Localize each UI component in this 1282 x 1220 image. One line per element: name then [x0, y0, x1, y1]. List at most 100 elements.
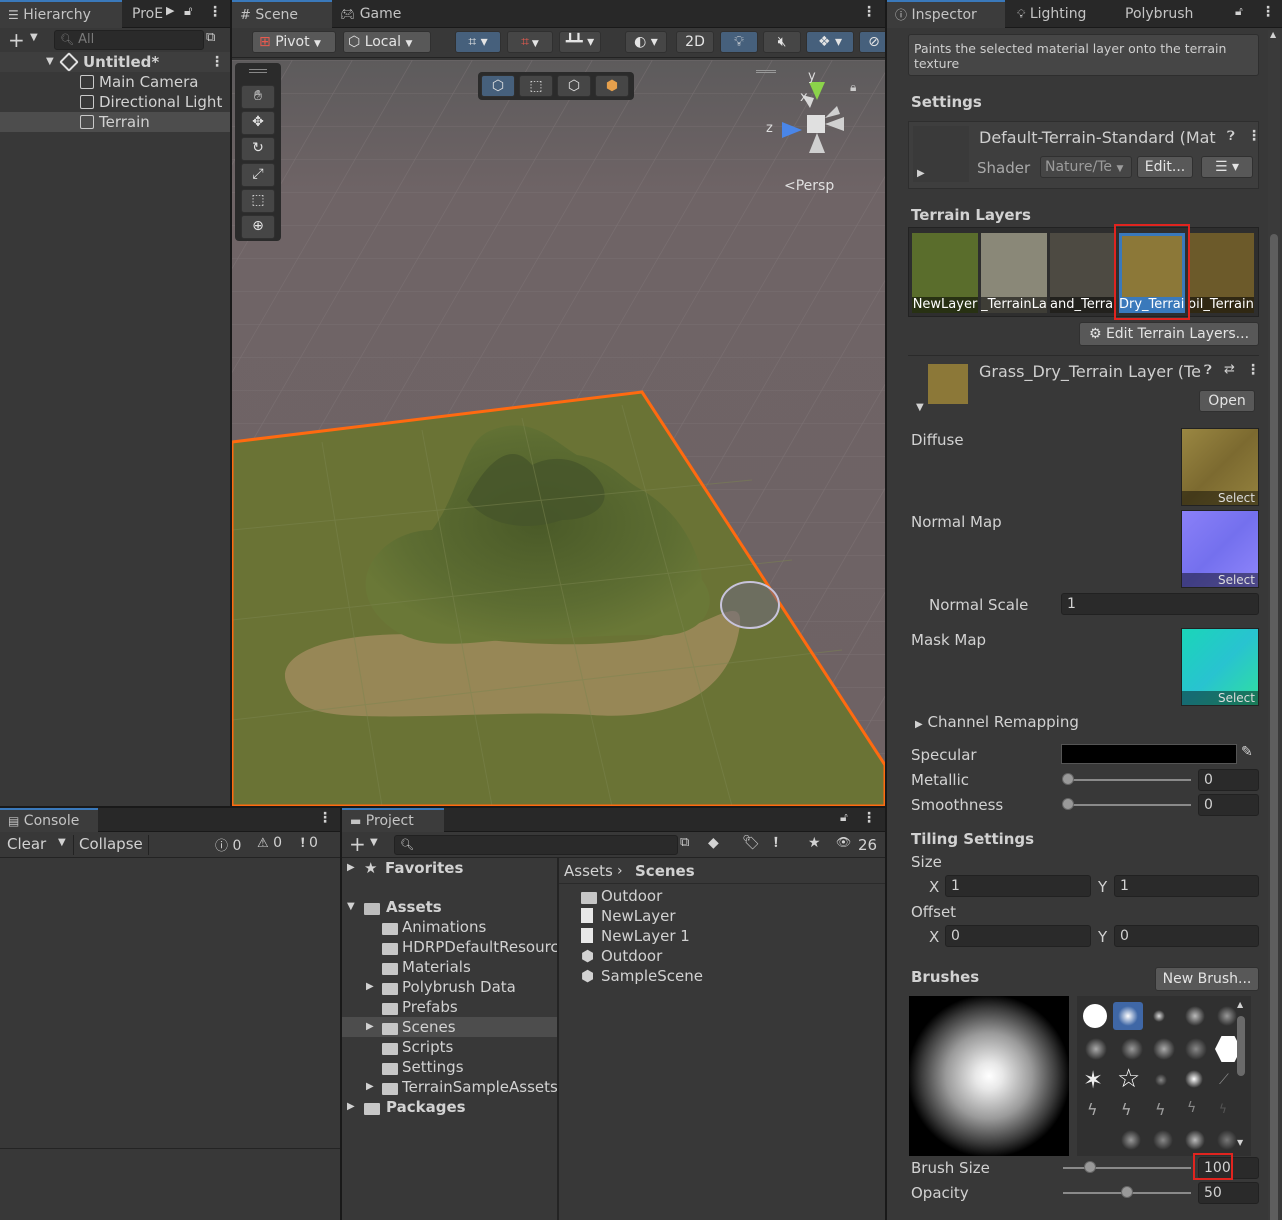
folder-row[interactable]: Scripts [342, 1037, 557, 1057]
expand-arrow-icon[interactable]: ▶ [366, 1017, 374, 1037]
opacity-field[interactable]: 50 [1198, 1182, 1259, 1204]
breadcrumb-scenes[interactable]: Scenes [635, 858, 695, 884]
component-menu-icon[interactable]: ⋮ [1246, 362, 1260, 378]
gizmo-center-cube[interactable] [807, 115, 825, 133]
brush-stroke-a[interactable]: ⟋ [1219, 1072, 1229, 1088]
tab-console[interactable]: ▤ Console [0, 808, 98, 832]
scroll-up-icon[interactable]: ▲ [1270, 30, 1276, 39]
brush-crack-c[interactable]: ϟ [1155, 1100, 1166, 1119]
projection-toggle[interactable]: <Persp [784, 178, 834, 194]
mask-map-slot[interactable]: Select [1181, 628, 1259, 706]
scale-tool-button[interactable]: ⤢ [241, 163, 275, 187]
add-asset-icon[interactable]: + [349, 832, 366, 856]
neighbor-terrain-button[interactable]: ⬚ [519, 75, 553, 97]
gizmo-neg-y-cone[interactable] [809, 133, 825, 153]
metallic-slider-track[interactable] [1063, 779, 1191, 781]
shading-mode-button[interactable]: ◐ ▾ [625, 31, 667, 53]
size-y-field[interactable]: 1 [1114, 875, 1259, 897]
brush-scrollbar-thumb[interactable] [1237, 1016, 1245, 1076]
palette-drag-handle[interactable] [249, 69, 267, 73]
lock-icon[interactable]: 🔓︎ [184, 4, 192, 19]
gizmo-y-cone[interactable] [809, 82, 825, 100]
raise-terrain-button[interactable]: ⬡ [481, 75, 515, 97]
expand-arrow-icon[interactable]: ▶ [366, 1077, 374, 1097]
open-layer-button[interactable]: Open [1199, 390, 1255, 412]
offset-y-field[interactable]: 0 [1114, 925, 1259, 947]
normal-scale-field[interactable]: 1 [1061, 593, 1259, 615]
component-menu-icon[interactable]: ⋮ [1247, 128, 1261, 144]
filter-log-icon[interactable]: ❗︎ [774, 835, 778, 851]
gizmo-collapse-handle[interactable] [756, 70, 776, 73]
audio-toggle[interactable]: 🔇︎ [763, 31, 801, 53]
brush-soft-round[interactable] [1083, 1004, 1107, 1028]
scene-viewport[interactable]: ✋︎ ✥ ↻ ⤢ ⬚ ⊕ ⬡ ⬚ ⬡ ⬢ y x z 🔒︎ <Persp [232, 60, 885, 806]
console-log-list[interactable] [0, 858, 340, 1148]
more-menu-icon[interactable]: ⋮ [862, 810, 876, 826]
select-button[interactable]: Select [1182, 491, 1258, 505]
filter-by-type-icon[interactable]: ◆ [708, 835, 719, 851]
brush-grid-scrollbar[interactable]: ▲ ▼ [1235, 1000, 1247, 1152]
normal-map-slot[interactable]: Select [1181, 510, 1259, 588]
brush-selected-soft[interactable] [1113, 1002, 1143, 1030]
expand-arrow-icon[interactable]: ▼ [46, 52, 54, 72]
error-filter-toggle[interactable]: ❗︎ 0 [301, 835, 337, 855]
expand-arrow-icon[interactable]: ▶ [366, 977, 374, 997]
tab-scene[interactable]: # Scene [232, 0, 332, 28]
move-tool-button[interactable]: ✥ [241, 111, 275, 135]
packages-row[interactable]: ▶ Packages [342, 1097, 557, 1117]
scroll-down-icon[interactable]: ▼ [1237, 1138, 1243, 1147]
folder-row[interactable]: Materials [342, 957, 557, 977]
rotate-tool-button[interactable]: ↻ [241, 137, 275, 161]
expand-arrow-icon[interactable]: ▶ [347, 1097, 355, 1117]
chevron-down-icon[interactable]: ▼ [30, 32, 38, 43]
scene-menu-icon[interactable]: ⋮ [210, 52, 224, 72]
tab-project-browser[interactable]: ProE [124, 0, 170, 28]
expand-arrow-icon[interactable]: ▼ [916, 402, 924, 413]
lock-icon[interactable]: 🔓︎ [840, 810, 848, 825]
brush-crack-e[interactable]: ϟ [1219, 1102, 1227, 1116]
eyedropper-icon[interactable]: ✎ [1241, 744, 1253, 760]
channel-remapping-foldout[interactable]: ▶ Channel Remapping [915, 713, 1079, 731]
folder-row[interactable]: ▶ Scenes [342, 1017, 557, 1037]
collapse-toggle[interactable]: Collapse [79, 835, 143, 853]
pivot-dropdown[interactable]: ⊞ Pivot ▼ [252, 31, 336, 53]
brush-cloud-d[interactable] [1217, 1130, 1237, 1150]
expand-arrow-icon[interactable]: ▼ [347, 897, 355, 917]
opacity-slider-knob[interactable] [1121, 1186, 1133, 1198]
terrain-layer-tile[interactable]: and_Terrai [1050, 233, 1116, 313]
brush-noise-b[interactable] [1217, 1006, 1237, 1026]
select-button[interactable]: Select [1182, 691, 1258, 705]
clear-button[interactable]: Clear [7, 835, 46, 853]
gizmo-z-cone[interactable] [782, 122, 802, 138]
tab-inspector[interactable]: ⓘ Inspector [887, 0, 1005, 28]
brush-star-filled[interactable]: ✶ [1083, 1068, 1103, 1092]
brush-cloud-b[interactable] [1153, 1130, 1173, 1150]
scene-root-row[interactable]: ▼ Untitled* ⋮ [0, 52, 230, 72]
hand-tool-button[interactable]: ✋︎ [241, 85, 275, 109]
brush-cloud-a[interactable] [1121, 1130, 1141, 1150]
filter-by-label-icon[interactable]: 🏷︎ [742, 835, 760, 851]
asset-item[interactable]: NewLayer [559, 906, 885, 926]
folder-row[interactable]: Animations [342, 917, 557, 937]
folder-row[interactable]: ▶ TerrainSampleAssets [342, 1077, 557, 1097]
project-search-input[interactable]: 🔍︎ [394, 835, 678, 855]
tab-project[interactable]: ▬ Project [342, 808, 444, 832]
metallic-field[interactable]: 0 [1198, 769, 1259, 791]
folder-row[interactable]: Settings [342, 1057, 557, 1077]
brush-grass[interactable] [1185, 1038, 1207, 1060]
favorites-row[interactable]: ▶ ★ Favorites [342, 858, 557, 878]
lighting-toggle[interactable]: 💡︎ [720, 31, 758, 53]
smoothness-slider-knob[interactable] [1062, 798, 1074, 810]
diffuse-texture-slot[interactable]: Select [1181, 428, 1259, 506]
help-icon[interactable]: ❓︎ [1204, 363, 1212, 378]
tab-game[interactable]: 🎮︎ Game [332, 0, 412, 28]
brush-crack-b[interactable]: ϟ [1121, 1100, 1132, 1119]
info-filter-toggle[interactable]: ⓘ 0 [215, 835, 251, 855]
expand-arrow-icon[interactable]: ▶ [917, 168, 925, 179]
grid-snap-button[interactable]: ⌗ ▾ [455, 31, 501, 53]
shader-dropdown[interactable]: Nature/Te ▼ [1040, 156, 1132, 178]
transform-tool-button[interactable]: ⊕ [241, 215, 275, 239]
tab-hierarchy[interactable]: ☰ Hierarchy [0, 0, 122, 28]
chevron-down-icon[interactable]: ▼ [370, 837, 378, 848]
console-detail-divider[interactable] [0, 1148, 340, 1149]
